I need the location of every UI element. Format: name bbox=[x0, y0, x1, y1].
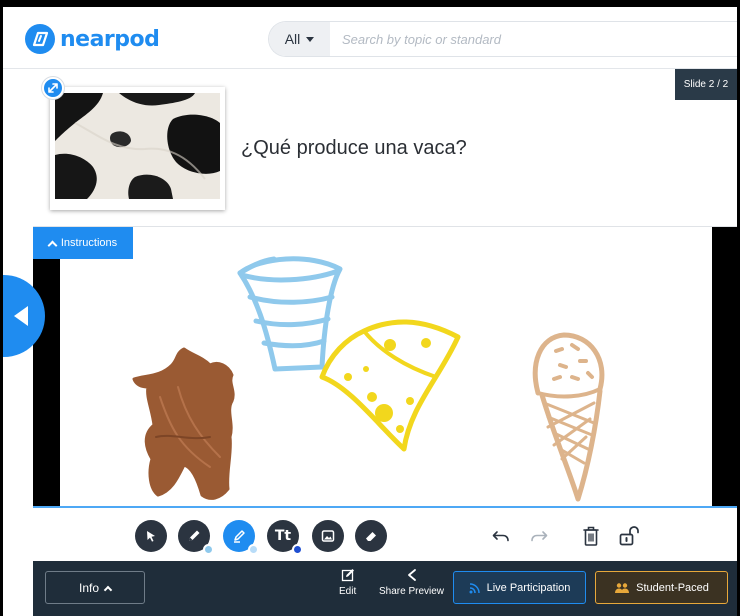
eraser-icon bbox=[366, 532, 376, 541]
image-icon bbox=[321, 530, 335, 542]
live-participation-button[interactable]: Live Participation bbox=[453, 571, 586, 604]
logo-text: nearpod bbox=[60, 26, 160, 52]
live-participation-label: Live Participation bbox=[486, 581, 571, 594]
text-color-swatch bbox=[292, 544, 303, 555]
slide-header: ¿Qué produce una vaca? Slide 2 / 2 bbox=[33, 69, 737, 227]
undo-icon bbox=[492, 531, 509, 542]
highlighter-color-swatch bbox=[248, 544, 259, 555]
select-tool-button[interactable] bbox=[135, 520, 167, 552]
cow-hide-image bbox=[55, 93, 220, 199]
text-tool-icon: Tt bbox=[274, 528, 292, 544]
nearpod-logo-icon bbox=[25, 24, 55, 54]
pen-color-swatch bbox=[203, 544, 214, 555]
bottom-bar: Info Edit Share Preview Live Participati… bbox=[33, 561, 737, 616]
student-drawing bbox=[132, 256, 605, 502]
broadcast-icon bbox=[469, 582, 480, 593]
info-button[interactable]: Info bbox=[45, 571, 145, 604]
ice-cream-drawing bbox=[532, 332, 605, 502]
slide-counter-badge: Slide 2 / 2 bbox=[675, 69, 737, 100]
drawing-toolbar: Tt bbox=[33, 506, 737, 561]
unlock-button[interactable] bbox=[615, 522, 643, 550]
arrow-left-icon bbox=[14, 306, 28, 326]
top-header: nearpod All bbox=[3, 7, 737, 69]
student-paced-button[interactable]: Student-Paced bbox=[595, 571, 728, 604]
trash-icon bbox=[583, 526, 599, 546]
instructions-toggle-button[interactable]: Instructions bbox=[33, 227, 133, 259]
edit-button[interactable]: Edit bbox=[339, 568, 356, 597]
redo-button[interactable] bbox=[525, 522, 553, 550]
share-preview-button[interactable]: Share Preview bbox=[379, 568, 444, 597]
share-icon bbox=[407, 569, 416, 581]
slide-thumbnail[interactable] bbox=[50, 87, 225, 210]
eraser-tool-button[interactable] bbox=[355, 520, 387, 552]
highlighter-icon bbox=[234, 530, 245, 543]
expand-icon[interactable] bbox=[42, 77, 64, 99]
chevron-up-icon bbox=[103, 585, 113, 594]
students-icon bbox=[615, 582, 630, 593]
text-tool-button[interactable]: Tt bbox=[267, 520, 303, 555]
canvas-area bbox=[33, 227, 737, 506]
nearpod-logo[interactable]: nearpod bbox=[25, 24, 160, 54]
cow-drawing bbox=[132, 347, 235, 500]
unlock-icon bbox=[619, 526, 639, 546]
drawing-canvas[interactable] bbox=[60, 227, 712, 506]
instructions-label: Instructions bbox=[60, 237, 118, 249]
pen-tool-button[interactable] bbox=[178, 520, 214, 555]
cursor-arrow-icon bbox=[147, 531, 155, 542]
redo-icon bbox=[531, 531, 548, 542]
slide-title: ¿Qué produce una vaca? bbox=[241, 137, 467, 159]
app-window: nearpod All Search by topic or standard … bbox=[3, 7, 737, 616]
search-filter-label: All bbox=[284, 31, 301, 47]
image-tool-button[interactable] bbox=[312, 520, 344, 552]
chevron-up-icon bbox=[47, 240, 58, 250]
undo-button[interactable] bbox=[487, 522, 515, 550]
highlighter-tool-button[interactable] bbox=[223, 520, 259, 555]
cheese-drawing bbox=[319, 319, 461, 452]
edit-label: Edit bbox=[339, 586, 357, 597]
delete-button[interactable] bbox=[577, 522, 605, 550]
caret-down-icon bbox=[306, 36, 315, 42]
pencil-icon bbox=[189, 530, 200, 541]
search-input[interactable] bbox=[330, 31, 710, 47]
share-preview-label: Share Preview bbox=[379, 586, 445, 597]
search-bar: All bbox=[268, 21, 737, 57]
edit-icon bbox=[341, 569, 354, 582]
student-paced-label: Student-Paced bbox=[636, 581, 709, 594]
info-label: Info bbox=[78, 580, 99, 595]
milk-glass-drawing bbox=[237, 256, 343, 372]
search-filter-dropdown[interactable]: All bbox=[269, 22, 330, 56]
